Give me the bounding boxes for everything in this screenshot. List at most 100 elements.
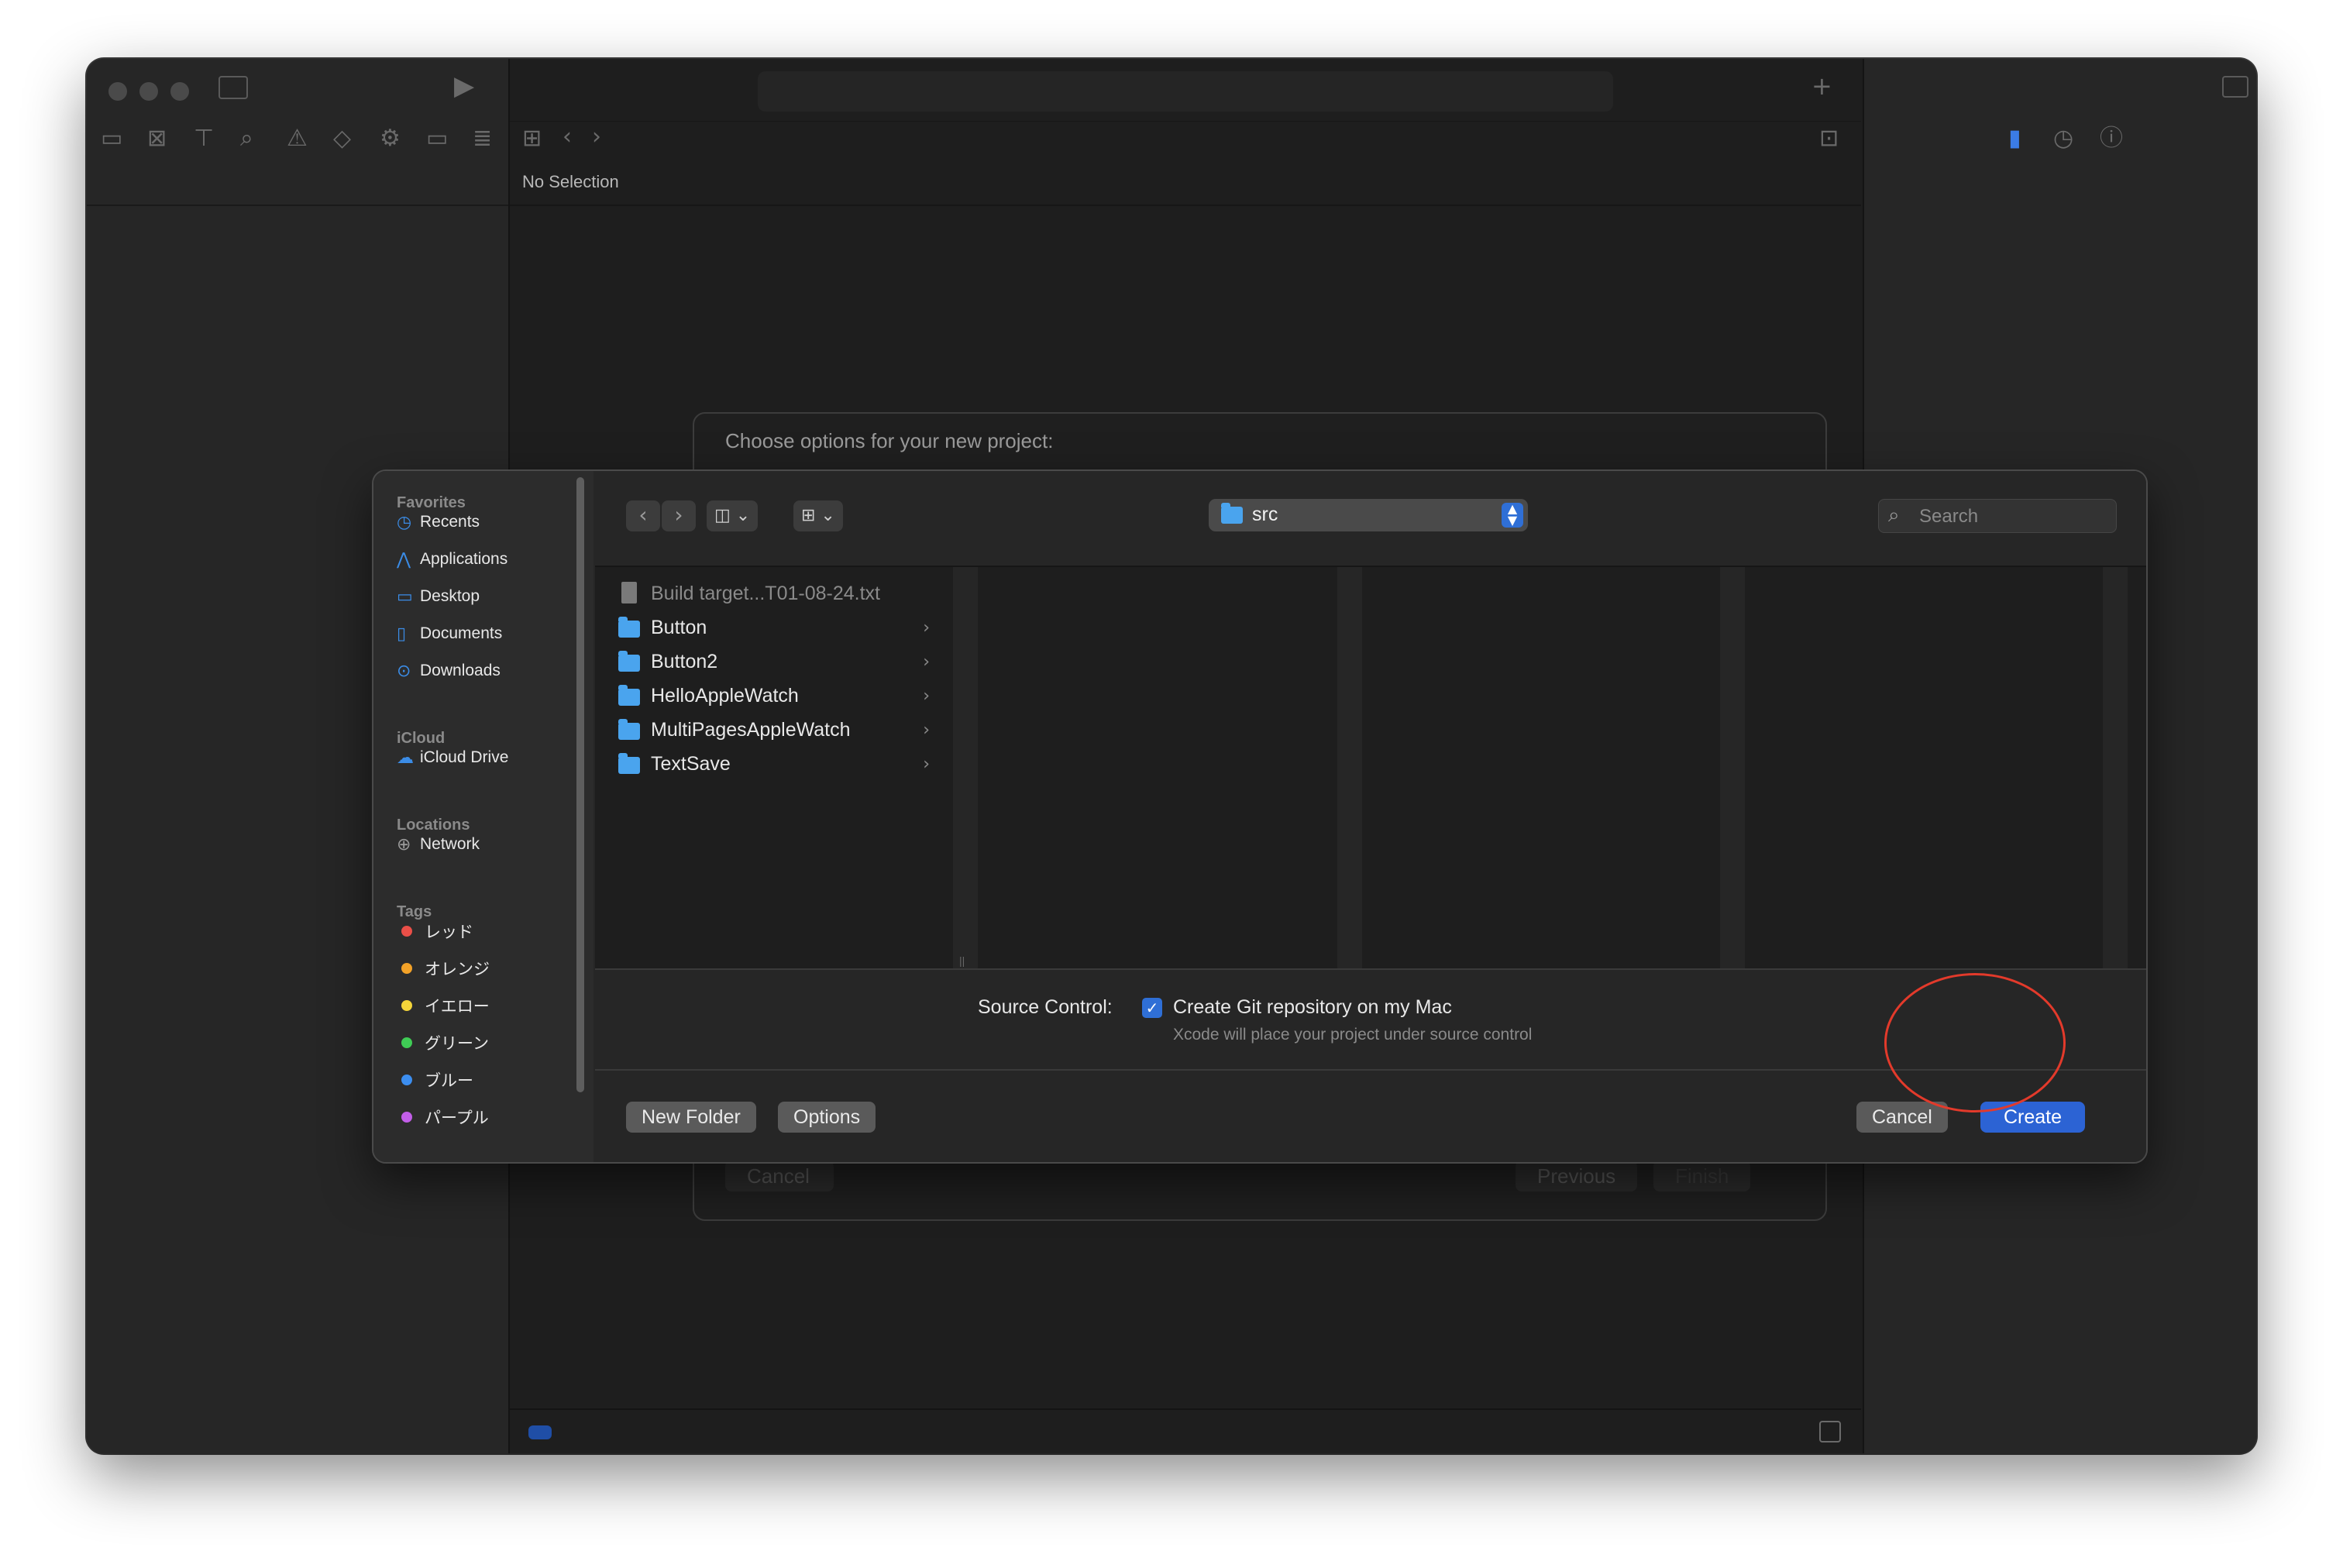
sidebar-item-documents[interactable]: ▯ Documents <box>397 618 567 649</box>
split-editor-icon[interactable]: ⊡ <box>1819 127 1839 150</box>
debug-status-bar <box>510 1408 1861 1453</box>
sidebar-tag-yellow[interactable]: イエロー <box>397 990 567 1021</box>
back-button[interactable]: ‹ <box>626 500 660 531</box>
file-inspector-icon[interactable]: ▮ <box>2008 127 2021 150</box>
sidebar-toggle-icon[interactable] <box>218 76 248 99</box>
sidebar-item-label: Network <box>420 835 480 853</box>
globe-icon: ⊕ <box>397 834 411 854</box>
sheet-cancel-button[interactable]: Cancel <box>725 1161 834 1191</box>
report-navigator-icon[interactable]: ≣ <box>473 127 492 150</box>
sidebar-item-network[interactable]: ⊕ Network <box>397 829 567 860</box>
sidebar-item-downloads[interactable]: ⊙ Downloads <box>397 655 567 686</box>
symbol-navigator-icon[interactable]: ⊤ <box>194 127 214 150</box>
folder-row[interactable]: Button › <box>595 610 953 645</box>
sheet-finish-button: Finish <box>1653 1161 1751 1191</box>
jumpbar-divider <box>510 205 1861 206</box>
tag-dot-icon <box>401 1075 412 1085</box>
sidebar-item-recents[interactable]: ◷ Recents <box>397 507 567 538</box>
folder-row[interactable]: Button2 › <box>595 645 953 679</box>
sidebar-tag-red[interactable]: レッド <box>397 916 567 947</box>
back-icon[interactable]: ‹ <box>563 126 572 149</box>
sidebar-tag-purple[interactable]: パープル <box>397 1102 567 1133</box>
file-row[interactable]: Build target...T01-08-24.txt <box>595 576 953 610</box>
sidebar-item-label: パープル <box>425 1109 489 1127</box>
location-label: src <box>1252 504 1278 525</box>
forward-button[interactable]: › <box>662 500 696 531</box>
checkmark-icon: ✓ <box>1145 999 1159 1017</box>
folder-row[interactable]: MultiPagesAppleWatch › <box>595 713 953 747</box>
column-resize-handle-icon[interactable]: || <box>959 954 965 967</box>
add-icon[interactable]: + <box>1811 74 1832 98</box>
column-divider[interactable] <box>2103 567 2128 968</box>
sidebar-item-label: Applications <box>420 550 508 568</box>
highlight-annotation-ring <box>1884 973 2066 1112</box>
dialog-sidebar: Favorites ◷ Recents ⋀ Applications ▭ Des… <box>373 471 593 1162</box>
help-inspector-icon[interactable]: ⓘ <box>2100 127 2123 150</box>
sidebar-item-label: Recents <box>420 513 480 531</box>
debug-area-toggle-icon[interactable] <box>528 1425 552 1439</box>
test-navigator-icon[interactable]: ◇ <box>333 127 351 150</box>
column-divider[interactable] <box>1720 567 1745 968</box>
sheet-previous-button[interactable]: Previous <box>1516 1161 1638 1191</box>
forward-icon[interactable]: › <box>592 126 601 149</box>
navigator-divider <box>87 205 508 206</box>
new-folder-button[interactable]: New Folder <box>626 1102 756 1133</box>
history-inspector-icon[interactable]: ◷ <box>2053 127 2073 150</box>
related-items-icon[interactable]: ⊞ <box>522 127 542 150</box>
source-control-label: Source Control: <box>978 996 1113 1018</box>
file-column <box>1745 567 2103 968</box>
folder-icon <box>618 719 640 740</box>
breakpoint-navigator-icon[interactable]: ▭ <box>426 127 448 150</box>
cancel-button[interactable]: Cancel <box>1856 1102 1948 1133</box>
sidebar-item-applications[interactable]: ⋀ Applications <box>397 544 567 575</box>
sidebar-tag-blue[interactable]: ブルー <box>397 1064 567 1095</box>
search-box[interactable]: ⌕ <box>1878 499 2117 534</box>
grid-icon: ⊞ ⌄ <box>801 506 835 525</box>
file-name: Button2 <box>651 650 718 672</box>
sidebar-item-label: イエロー <box>425 998 490 1016</box>
minimize-window-button[interactable] <box>139 82 158 101</box>
tag-dot-icon <box>401 1112 412 1123</box>
git-repository-checkbox[interactable]: ✓ <box>1142 998 1162 1018</box>
group-by-button[interactable]: ⊞ ⌄ <box>793 500 843 531</box>
zoom-window-button[interactable] <box>170 82 189 101</box>
column-divider[interactable] <box>1337 567 1362 968</box>
file-name: TextSave <box>651 752 731 775</box>
chevron-right-icon: › <box>923 617 930 638</box>
folder-navigator-icon[interactable]: ▭ <box>101 127 122 150</box>
file-column <box>2128 567 2146 968</box>
sidebar-item-desktop[interactable]: ▭ Desktop <box>397 581 567 612</box>
folder-icon <box>618 617 640 638</box>
column-view-button[interactable]: ◫ ⌄ <box>707 500 759 531</box>
debug-navigator-icon[interactable]: ⚙ <box>380 127 401 150</box>
inspector-toggle-icon[interactable] <box>2222 76 2248 98</box>
sidebar-item-label: ブルー <box>425 1072 473 1090</box>
find-navigator-icon[interactable]: ⌕ <box>240 127 253 150</box>
options-button[interactable]: Options <box>778 1102 876 1133</box>
git-repository-hint: Xcode will place your project under sour… <box>1173 1026 1533 1044</box>
sidebar-tag-green[interactable]: グリーン <box>397 1027 567 1058</box>
xcode-window: ▶ ▭ ⊠ ⊤ ⌕ ⚠ ◇ ⚙ ▭ ≣ + ⊞ ‹ › ⊡ No Selecti… <box>87 59 2256 1453</box>
location-popup[interactable]: src ▲ ▼ <box>1209 499 1528 531</box>
column-divider[interactable] <box>953 567 978 968</box>
sidebar-scrollbar[interactable] <box>576 477 584 1092</box>
toolbar-divider <box>510 121 1861 122</box>
source-control-navigator-icon[interactable]: ⊠ <box>147 127 167 150</box>
run-icon[interactable]: ▶ <box>454 73 474 99</box>
search-input[interactable] <box>1918 500 2111 534</box>
folder-row[interactable]: TextSave › <box>595 747 953 781</box>
applications-icon: ⋀ <box>397 549 411 569</box>
sidebar-item-icloud-drive[interactable]: ☁ iCloud Drive <box>397 742 567 773</box>
git-repository-label[interactable]: Create Git repository on my Mac <box>1173 996 1452 1019</box>
sidebar-item-label: Downloads <box>420 662 501 679</box>
hide-debug-area-icon[interactable] <box>1819 1421 1841 1442</box>
sheet-title: Choose options for your new project: <box>725 429 1054 452</box>
folder-row[interactable]: HelloAppleWatch › <box>595 679 953 713</box>
sidebar-item-label: Documents <box>420 624 503 642</box>
issue-navigator-icon[interactable]: ⚠ <box>287 127 308 150</box>
sidebar-tag-orange[interactable]: オレンジ <box>397 953 567 984</box>
close-window-button[interactable] <box>108 82 127 101</box>
activity-viewer <box>758 71 1613 112</box>
columns-icon: ◫ ⌄ <box>714 506 751 525</box>
clock-icon: ◷ <box>397 512 412 532</box>
